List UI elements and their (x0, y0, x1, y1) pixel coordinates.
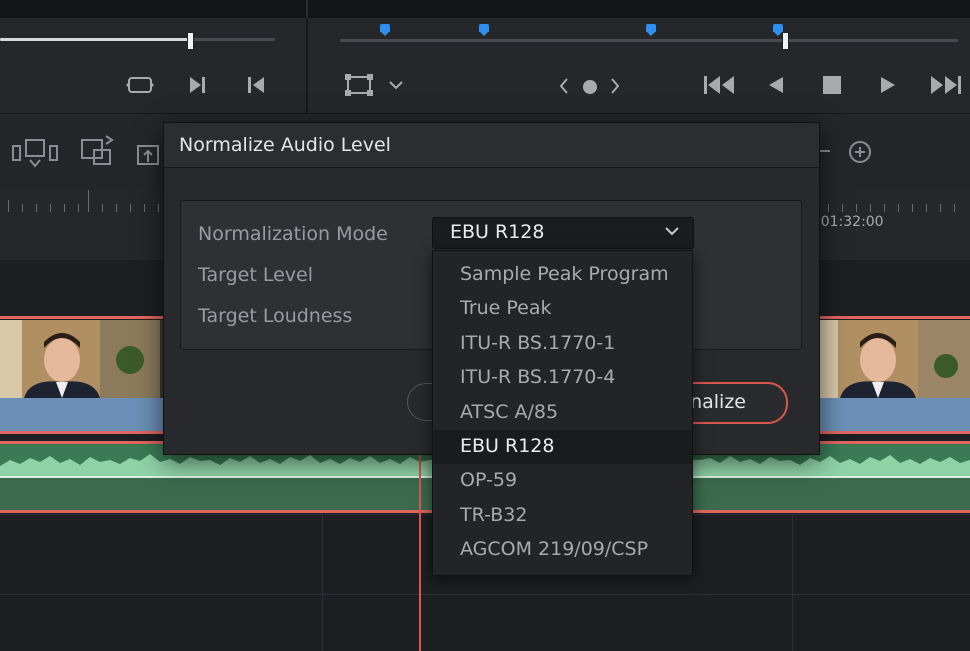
timeline-scrub-bar[interactable] (340, 39, 958, 42)
track-divider (0, 594, 970, 595)
viewer-image-area (0, 0, 970, 18)
source-scrub-progress (0, 38, 190, 41)
chevron-down-icon[interactable] (389, 80, 403, 90)
grid-line (322, 515, 323, 651)
dialog-header[interactable]: Normalize Audio Level (164, 123, 819, 168)
timeline-playhead[interactable] (782, 32, 789, 50)
zoom-in-icon[interactable] (849, 141, 871, 163)
overwrite-clip-icon[interactable] (80, 134, 116, 168)
dropdown-option[interactable]: ITU-R BS.1770-4 (433, 361, 692, 395)
timeline-marker[interactable] (479, 24, 489, 36)
target-level-label: Target Level (198, 264, 313, 286)
insert-clip-icon[interactable] (12, 138, 58, 168)
dropdown-option-selected[interactable]: EBU R128 (433, 430, 692, 464)
timeline-playhead-line[interactable] (419, 450, 421, 651)
chevron-right-icon[interactable] (610, 78, 620, 94)
clip-thumbnail-left (0, 320, 160, 398)
next-frame-icon[interactable] (188, 75, 208, 95)
chevron-down-icon (665, 226, 679, 236)
play-icon[interactable] (878, 75, 898, 95)
normalization-mode-label: Normalization Mode (198, 223, 388, 245)
source-playhead[interactable] (187, 32, 194, 50)
skip-to-end-icon[interactable] (928, 74, 962, 96)
transform-icon[interactable] (345, 74, 373, 96)
dropdown-option[interactable]: AGCOM 219/09/CSP (433, 533, 692, 567)
normalize-button-label: nalize (690, 391, 746, 413)
dot-icon[interactable] (582, 79, 598, 95)
dropdown-option[interactable]: TR-B32 (433, 499, 692, 533)
ruler-timecode: :01:32:00 (816, 214, 884, 230)
normalization-mode-select[interactable]: EBU R128 (432, 217, 694, 249)
loop-icon[interactable] (125, 74, 155, 96)
timeline-marker[interactable] (773, 24, 783, 36)
dialog-title: Normalize Audio Level (179, 134, 391, 156)
timeline-marker[interactable] (380, 24, 390, 36)
replace-clip-icon[interactable] (136, 140, 162, 170)
chevron-left-icon[interactable] (559, 78, 569, 94)
skip-to-start-icon[interactable] (703, 74, 737, 96)
dropdown-option[interactable]: ATSC A/85 (433, 396, 692, 430)
dropdown-option[interactable]: Sample Peak Program (433, 258, 692, 292)
clip-thumbnail-right (818, 320, 970, 398)
target-loudness-label: Target Loudness (198, 305, 353, 327)
dropdown-option[interactable]: OP-59 (433, 464, 692, 498)
play-reverse-icon[interactable] (766, 75, 786, 95)
viewer-divider-top (306, 0, 308, 18)
stop-icon[interactable] (822, 75, 842, 95)
normalization-mode-dropdown: Sample Peak Program True Peak ITU-R BS.1… (432, 250, 693, 576)
previous-frame-icon[interactable] (246, 75, 266, 95)
dropdown-option[interactable]: ITU-R BS.1770-1 (433, 327, 692, 361)
dropdown-option[interactable]: True Peak (433, 292, 692, 326)
normalization-mode-value: EBU R128 (450, 221, 545, 243)
timeline-marker[interactable] (646, 24, 656, 36)
grid-line (792, 515, 793, 651)
